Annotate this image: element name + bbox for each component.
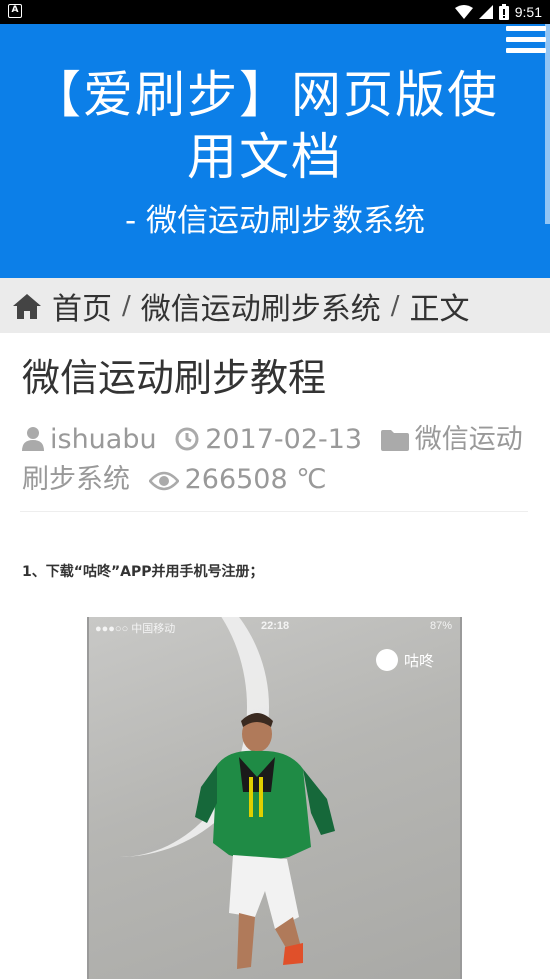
signal-icon	[478, 5, 493, 19]
breadcrumb-home[interactable]: 首页	[52, 284, 112, 328]
wifi-icon	[454, 5, 473, 19]
clock: 9:51	[514, 4, 542, 20]
battery-icon	[498, 4, 509, 20]
folder-icon	[380, 430, 409, 451]
app-screenshot-image[interactable]: ●●●○○ 中国移动 22:18 87% 咕咚	[87, 617, 462, 979]
breadcrumb: 首页 / 微信运动刷步系统 / 正文	[0, 278, 550, 333]
user-icon	[22, 427, 44, 451]
article-views: 266508 ℃	[184, 464, 327, 495]
menu-icon[interactable]	[506, 26, 546, 64]
site-header: 【爱刷步】网页版使用文档 - 微信运动刷步数系统	[0, 24, 550, 278]
article-meta: ishuabu 2017-02-13 微信运动刷步系统 266508 ℃	[22, 420, 532, 500]
runner-figure	[195, 713, 335, 969]
breadcrumb-separator: /	[390, 290, 400, 321]
home-icon	[13, 293, 41, 319]
scrollbar[interactable]	[545, 24, 550, 224]
breadcrumb-current: 正文	[409, 291, 470, 327]
status-icons: 9:51	[454, 2, 542, 22]
clock-icon	[175, 427, 199, 451]
site-title[interactable]: 【爱刷步】网页版使用文档	[10, 64, 520, 188]
meta-divider	[20, 511, 528, 512]
article-title: 微信运动刷步教程	[22, 356, 327, 400]
breadcrumb-category[interactable]: 微信运动刷步系统	[141, 284, 381, 328]
notification-icon: A	[8, 4, 22, 18]
eye-icon	[148, 471, 179, 491]
step-1-text: 1、下载“咕咚”APP并用手机号注册；	[22, 564, 264, 580]
breadcrumb-separator: /	[122, 290, 131, 321]
status-bar: A 9:51	[0, 0, 550, 24]
site-subtitle: - 微信运动刷步数系统	[124, 203, 426, 239]
article-date: 2017-02-13	[205, 424, 363, 455]
article-author[interactable]: ishuabu	[50, 424, 157, 455]
